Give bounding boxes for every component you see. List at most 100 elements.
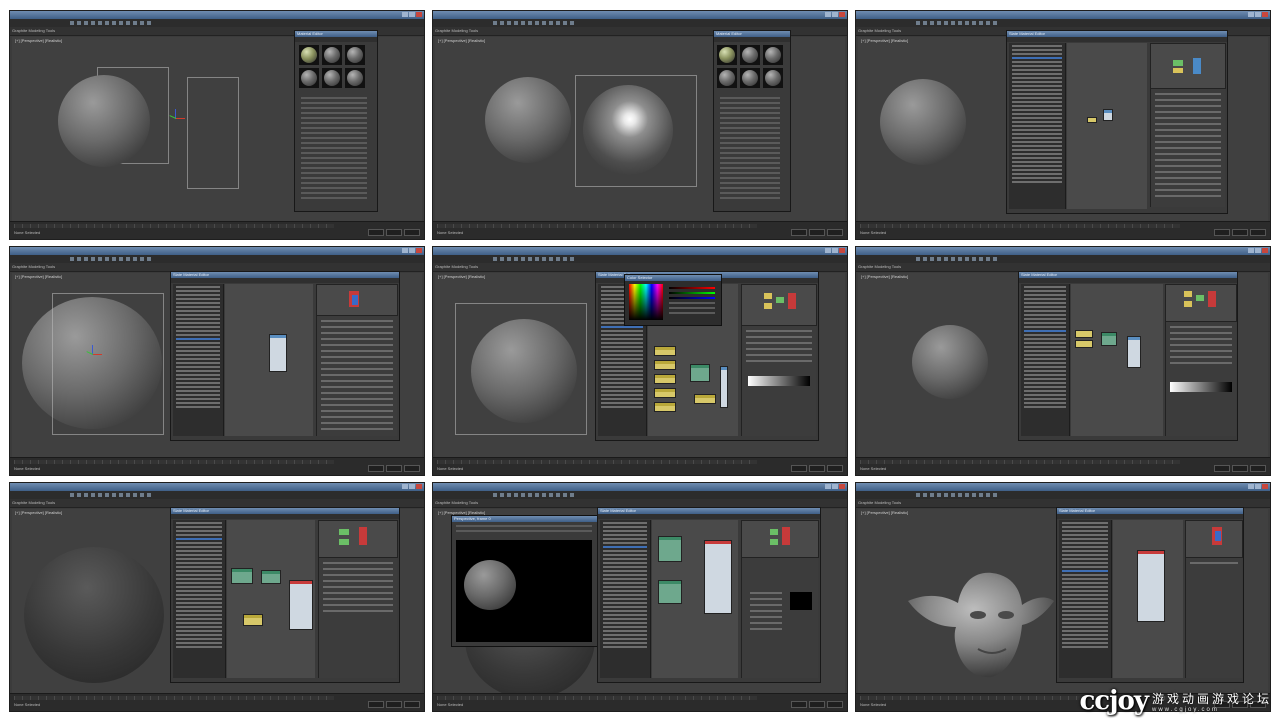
material-editor-panel[interactable]: Material Editor xyxy=(294,30,378,212)
material-browser[interactable] xyxy=(1059,520,1112,678)
viewport[interactable]: [+] [Perspective] [Realistic] Slate Mate… xyxy=(858,507,1268,693)
head-model[interactable] xyxy=(906,553,1056,683)
gradient-ramp[interactable] xyxy=(748,376,810,386)
viewport[interactable]: [+] [Perspective] [Realistic] Slate Mate… xyxy=(858,30,1268,221)
slate-editor-panel[interactable]: Slate Material Editor xyxy=(1056,507,1244,683)
ribbon-label[interactable]: Graphite Modeling Tools xyxy=(435,499,478,507)
close-icon[interactable] xyxy=(1262,248,1268,253)
viewport[interactable]: [+] [Perspective] [Realistic] Material E… xyxy=(435,30,845,221)
close-icon[interactable] xyxy=(1262,12,1268,17)
minimize-icon[interactable] xyxy=(1248,12,1254,17)
material-slots[interactable] xyxy=(299,45,365,88)
parameter-editor[interactable] xyxy=(741,326,816,436)
viewport[interactable]: [+] [Perspective] [Realistic] Slate Mate… xyxy=(435,271,845,457)
parameter-editor[interactable] xyxy=(316,316,397,436)
parameter-editor[interactable] xyxy=(1150,89,1225,207)
material-browser[interactable] xyxy=(173,520,226,678)
sphere-object[interactable] xyxy=(912,325,988,399)
color-spectrum[interactable] xyxy=(629,284,663,320)
navigator[interactable] xyxy=(316,284,398,316)
minimize-icon[interactable] xyxy=(402,248,408,253)
close-icon[interactable] xyxy=(839,12,845,17)
maximize-icon[interactable] xyxy=(832,484,838,489)
close-icon[interactable] xyxy=(416,484,422,489)
node-view[interactable] xyxy=(225,284,313,436)
gradient-ramp[interactable] xyxy=(1170,382,1232,392)
sphere-object[interactable] xyxy=(880,79,966,165)
maximize-icon[interactable] xyxy=(409,248,415,253)
ribbon-label[interactable]: Graphite Modeling Tools xyxy=(858,27,901,35)
close-icon[interactable] xyxy=(416,12,422,17)
parameter-editor[interactable] xyxy=(318,558,397,678)
viewport-label[interactable]: [+] [Perspective] [Realistic] xyxy=(861,510,908,515)
viewport-label[interactable]: [+] [Perspective] [Realistic] xyxy=(438,274,485,279)
parameter-editor[interactable] xyxy=(1185,558,1242,678)
ribbon-label[interactable]: Graphite Modeling Tools xyxy=(858,499,901,507)
node-view[interactable] xyxy=(1067,43,1147,209)
close-icon[interactable] xyxy=(1262,484,1268,489)
minimize-icon[interactable] xyxy=(402,12,408,17)
viewport-label[interactable]: [+] [Perspective] [Realistic] xyxy=(15,510,62,515)
viewport-label[interactable]: [+] [Perspective] [Realistic] xyxy=(861,274,908,279)
maximize-icon[interactable] xyxy=(1255,12,1261,17)
node-view[interactable] xyxy=(227,520,315,678)
maximize-icon[interactable] xyxy=(409,12,415,17)
close-icon[interactable] xyxy=(839,248,845,253)
ribbon-label[interactable]: Graphite Modeling Tools xyxy=(435,27,478,35)
navigator[interactable] xyxy=(1185,520,1243,558)
maximize-icon[interactable] xyxy=(1255,248,1261,253)
sphere-object[interactable] xyxy=(24,547,164,683)
minimize-icon[interactable] xyxy=(825,12,831,17)
material-browser[interactable] xyxy=(1021,284,1070,436)
maximize-icon[interactable] xyxy=(409,484,415,489)
slate-editor-panel[interactable]: Slate Material Editor xyxy=(1006,30,1228,214)
viewport[interactable]: [+] [Perspective] [Realistic] Perspectiv… xyxy=(435,507,845,699)
minimize-icon[interactable] xyxy=(1248,484,1254,489)
slate-editor-panel[interactable]: Slate Material Editor Color Selector xyxy=(595,271,819,441)
minimize-icon[interactable] xyxy=(825,248,831,253)
navigator[interactable] xyxy=(1165,284,1237,322)
ribbon-label[interactable]: Graphite Modeling Tools xyxy=(12,27,55,35)
viewport-label[interactable]: [+] [Perspective] [Realistic] xyxy=(15,38,62,43)
maximize-icon[interactable] xyxy=(1255,484,1261,489)
slate-editor-panel[interactable]: Slate Material Editor xyxy=(1018,271,1238,441)
node-view[interactable] xyxy=(652,520,738,678)
material-browser[interactable] xyxy=(1009,43,1066,209)
viewport[interactable]: [+] [Perspective] [Realistic] Slate Mate… xyxy=(12,271,422,457)
material-browser[interactable] xyxy=(173,284,224,436)
minimize-icon[interactable] xyxy=(825,484,831,489)
ribbon-label[interactable]: Graphite Modeling Tools xyxy=(435,263,478,271)
close-icon[interactable] xyxy=(416,248,422,253)
slate-editor-panel[interactable]: Slate Material Editor xyxy=(597,507,821,683)
ribbon-label[interactable]: Graphite Modeling Tools xyxy=(12,263,55,271)
material-browser[interactable] xyxy=(600,520,651,678)
material-editor-panel[interactable]: Material Editor xyxy=(713,30,791,212)
viewport-label[interactable]: [+] [Perspective] [Realistic] xyxy=(15,274,62,279)
maximize-icon[interactable] xyxy=(832,248,838,253)
ribbon-label[interactable]: Graphite Modeling Tools xyxy=(12,499,55,507)
viewport[interactable]: [+] [Perspective] [Realistic] Slate Mate… xyxy=(12,507,422,693)
minimize-icon[interactable] xyxy=(1248,248,1254,253)
transform-gizmo-icon[interactable] xyxy=(84,345,102,363)
close-icon[interactable] xyxy=(839,484,845,489)
navigator[interactable] xyxy=(741,284,817,326)
node-view[interactable] xyxy=(1113,520,1183,678)
sphere-object[interactable] xyxy=(58,75,150,167)
viewport[interactable]: [+] [Perspective] [Realistic] Material E… xyxy=(12,30,422,221)
maximize-icon[interactable] xyxy=(832,12,838,17)
transform-gizmo-icon[interactable] xyxy=(167,109,185,127)
render-frame-window[interactable]: Perspective, frame 0 xyxy=(451,515,599,647)
navigator[interactable] xyxy=(1150,43,1226,89)
minimize-icon[interactable] xyxy=(402,484,408,489)
parameter-editor[interactable] xyxy=(741,558,818,678)
color-selector[interactable]: Color Selector xyxy=(624,274,722,326)
slate-editor-panel[interactable]: Slate Material Editor xyxy=(170,507,400,683)
viewport-label[interactable]: [+] [Perspective] [Realistic] xyxy=(861,38,908,43)
parameter-editor[interactable] xyxy=(1165,322,1236,436)
sphere-object[interactable] xyxy=(485,77,571,163)
slate-editor-panel[interactable]: Slate Material Editor xyxy=(170,271,400,441)
node-view[interactable] xyxy=(1071,284,1163,436)
navigator[interactable] xyxy=(741,520,819,558)
navigator[interactable] xyxy=(318,520,398,558)
viewport-label[interactable]: [+] [Perspective] [Realistic] xyxy=(438,38,485,43)
